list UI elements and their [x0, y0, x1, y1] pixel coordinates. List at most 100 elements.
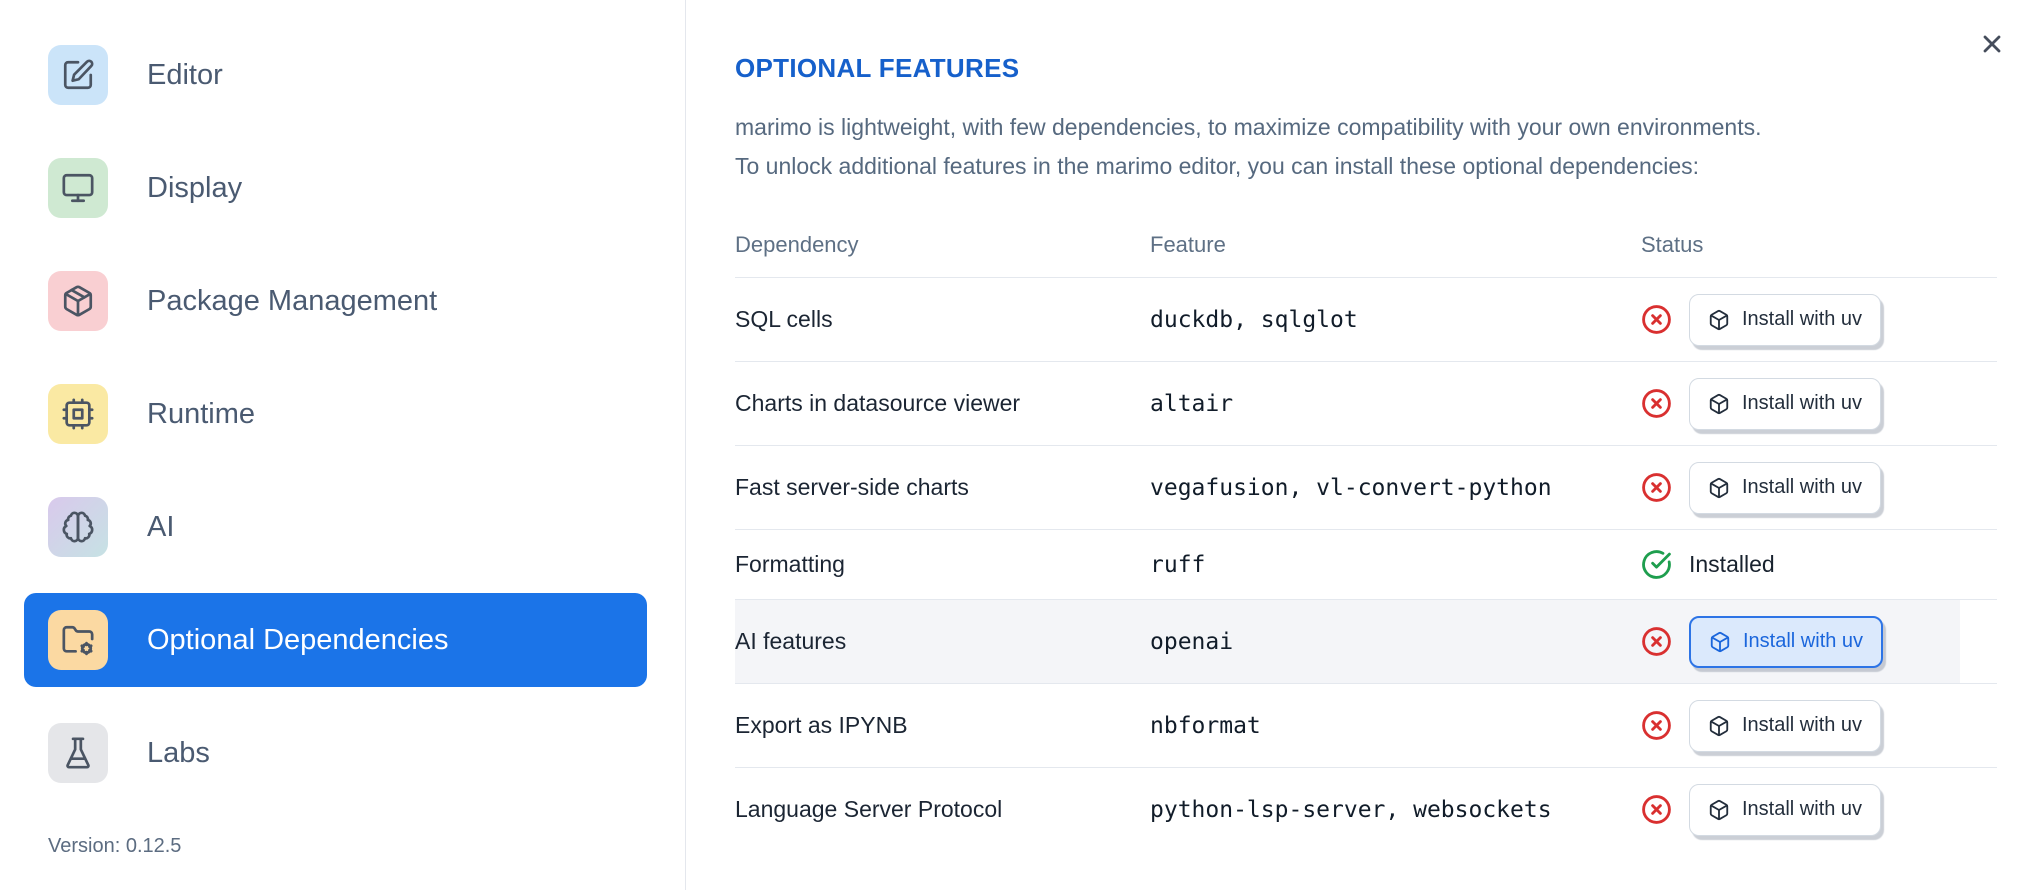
sidebar-item-label: Display	[147, 171, 243, 204]
cpu-icon	[62, 398, 94, 430]
column-header-status: Status	[1641, 231, 1704, 257]
install-button-label: Install with uv	[1742, 308, 1863, 330]
square-pen-icon	[63, 59, 94, 90]
table-row-language-server-protocol: Language Server Protocol python-lsp-serve…	[735, 768, 1997, 851]
install-with-uv-button[interactable]: Install with uv	[1689, 293, 1882, 346]
box-icon	[1709, 715, 1729, 736]
status-cell: Install with uv	[1641, 293, 1997, 346]
status-cell: Installed	[1641, 549, 1997, 580]
table-row-ai-features: AI features openai Install with uv	[735, 600, 1997, 684]
dependencies-table: Dependency Feature Status SQL cells duckd…	[735, 212, 1997, 851]
install-button-label: Install with uv	[1743, 630, 1864, 652]
sidebar-item-label: Labs	[147, 736, 210, 769]
feature-cell: vegafusion, vl-convert-python	[1150, 474, 1552, 501]
box-icon	[1710, 631, 1730, 652]
dependency-cell: SQL cells	[735, 306, 833, 332]
sidebar-item-display[interactable]: Display	[24, 141, 647, 235]
sidebar-item-ai[interactable]: AI	[24, 480, 647, 574]
install-with-uv-button[interactable]: Install with uv	[1689, 377, 1882, 430]
status-cell-icon	[1641, 472, 1672, 503]
table-row-charts-in-datasource-viewer: Charts in datasource viewer altair Install…	[735, 362, 1997, 446]
table-row-export-as-ipynb: Export as IPYNB nbformat Install with uv	[735, 684, 1997, 768]
sidebar-nav: Editor Display Package Management Runtime AI…	[0, 28, 685, 800]
install-with-uv-button[interactable]: Install with uv	[1689, 783, 1882, 836]
monitor-icon-badge	[48, 158, 108, 218]
circle-x-icon	[1642, 627, 1671, 656]
status-cell-icon	[1641, 794, 1672, 825]
sidebar-item-label: Editor	[147, 58, 223, 91]
sidebar-item-label: Optional Dependencies	[147, 623, 449, 656]
brain-icon	[62, 511, 94, 543]
sidebar-item-editor[interactable]: Editor	[24, 28, 647, 122]
folder-cog-icon	[62, 625, 94, 656]
page-title: OPTIONAL FEATURES	[735, 53, 1020, 83]
table-header-row: Dependency Feature Status	[735, 212, 1997, 278]
status-cell: Install with uv	[1641, 699, 1997, 752]
description-line: To unlock additional features in the mar…	[735, 153, 1700, 179]
sidebar-item-label: AI	[147, 510, 175, 543]
settings-sidebar: Editor Display Package Management Runtime AI…	[0, 0, 686, 890]
circle-x-icon	[1642, 711, 1671, 740]
table-row-sql-cells: SQL cells duckdb, sqlglot Install with uv	[735, 278, 1997, 362]
dependency-cell: Fast server-side charts	[735, 474, 969, 500]
cpu-icon-badge	[48, 384, 108, 444]
sidebar-item-optional-dependencies[interactable]: Optional Dependencies	[24, 593, 647, 687]
box-icon	[1709, 799, 1729, 820]
install-with-uv-button[interactable]: Install with uv	[1689, 699, 1882, 752]
monitor-icon	[62, 173, 94, 203]
status-cell: Install with uv	[1641, 615, 1997, 668]
dependency-cell: Formatting	[735, 551, 845, 577]
table-body: SQL cells duckdb, sqlglot Install with uv C…	[735, 278, 1997, 851]
sidebar-item-labs[interactable]: Labs	[24, 706, 647, 800]
status-cell-icon	[1641, 388, 1672, 419]
brain-icon-badge	[48, 497, 108, 557]
feature-cell: duckdb, sqlglot	[1150, 306, 1358, 333]
circle-x-icon	[1642, 795, 1671, 824]
feature-cell: python-lsp-server, websockets	[1150, 796, 1552, 823]
table-row-formatting: Formatting ruff Installed	[735, 530, 1997, 600]
circle-x-icon	[1642, 473, 1671, 502]
feature-cell: ruff	[1150, 551, 1206, 578]
circle-x-icon	[1642, 389, 1671, 418]
dependency-cell: AI features	[735, 628, 847, 654]
install-with-uv-button[interactable]: Install with uv	[1689, 461, 1882, 514]
circle-x-icon	[1642, 305, 1671, 334]
column-header-feature: Feature	[1150, 231, 1226, 257]
sidebar-item-package-management[interactable]: Package Management	[24, 254, 647, 348]
dependency-cell: Export as IPYNB	[735, 712, 908, 738]
install-button-label: Install with uv	[1742, 392, 1863, 414]
square-pen-icon-badge	[48, 45, 108, 105]
status-cell-icon	[1641, 710, 1672, 741]
dependency-cell: Charts in datasource viewer	[735, 390, 1021, 416]
panel-description: marimo is lightweight, with few dependen…	[735, 108, 1762, 186]
install-with-uv-button[interactable]: Install with uv	[1689, 615, 1884, 668]
box-icon	[1709, 477, 1729, 498]
close-icon	[1983, 35, 2001, 53]
close-button[interactable]	[1976, 28, 2008, 60]
flask-icon-badge	[48, 723, 108, 783]
sidebar-item-label: Package Management	[147, 284, 438, 317]
package-icon	[63, 285, 93, 317]
status-cell: Install with uv	[1641, 783, 1997, 836]
status-cell-icon	[1641, 549, 1672, 580]
status-cell: Install with uv	[1641, 377, 1997, 430]
dependency-cell: Language Server Protocol	[735, 796, 1003, 822]
install-button-label: Install with uv	[1742, 714, 1863, 736]
table-row-fast-server-side-charts: Fast server-side charts vegafusion, vl-co…	[735, 446, 1997, 530]
feature-cell: nbformat	[1150, 712, 1261, 739]
circle-check-icon	[1642, 550, 1671, 579]
installed-label: Installed	[1689, 551, 1775, 577]
package-icon-badge	[48, 271, 108, 331]
column-header-dependency: Dependency	[735, 231, 859, 257]
status-cell-icon	[1641, 304, 1672, 335]
folder-cog-icon-badge	[48, 610, 108, 670]
box-icon	[1709, 393, 1729, 414]
optional-features-panel: OPTIONAL FEATURES marimo is lightweight,…	[686, 0, 2042, 890]
feature-cell: altair	[1150, 390, 1234, 417]
flask-icon	[66, 737, 90, 769]
sidebar-item-label: Runtime	[147, 397, 255, 430]
sidebar-item-runtime[interactable]: Runtime	[24, 367, 647, 461]
box-icon	[1709, 309, 1729, 330]
status-cell: Install with uv	[1641, 461, 1997, 514]
feature-cell: openai	[1150, 628, 1234, 655]
